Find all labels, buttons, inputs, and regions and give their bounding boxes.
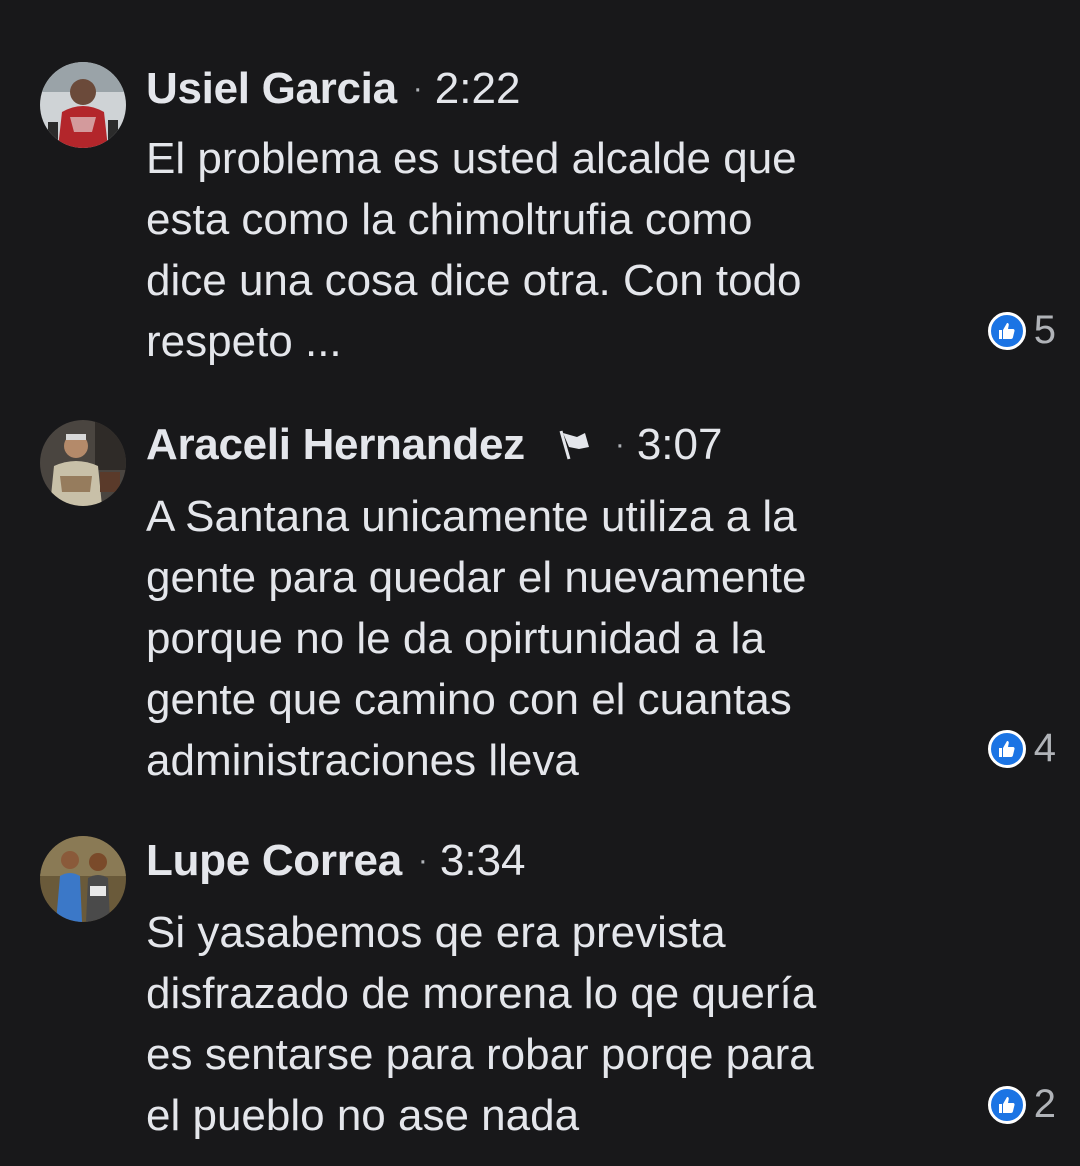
like-icon [987,311,1026,350]
comment-line: A Santana unicamente utiliza a la [146,492,797,541]
like-icon [987,1085,1026,1124]
comment-line: administraciones lleva [146,736,579,785]
comment-line: porque no le da opirtunidad a la [146,614,765,663]
comment-text: El problema es usted alcalde que esta co… [146,128,966,372]
comment-line: respeto ... [146,317,342,366]
comment-author[interactable]: Araceli Hernandez [146,420,525,470]
like-icon [987,729,1026,768]
comment-line: gente para quedar el nuevamente [146,553,807,602]
comment-author[interactable]: Usiel Garcia [146,64,397,114]
like-count: 5 [1033,308,1056,352]
reaction-summary[interactable]: 2 [987,1082,1056,1127]
comment-line: disfrazado de morena lo qe quería [146,969,817,1018]
comment-time[interactable]: 2:22 [435,64,521,114]
separator-dot: · [614,428,625,461]
avatar-photo-icon [40,836,126,922]
reaction-summary[interactable]: 4 [987,726,1056,771]
avatar[interactable] [40,836,126,922]
like-count: 2 [1033,1082,1056,1126]
separator-dot: · [417,844,428,877]
comment-time[interactable]: 3:07 [637,420,723,470]
reaction-summary[interactable]: 5 [987,308,1056,353]
avatar[interactable] [40,420,126,506]
comment-line: El problema es usted alcalde que [146,134,797,183]
avatar-photo-icon [40,420,126,506]
comment-line: es sentarse para robar porqe para [146,1030,814,1079]
comment-line: gente que camino con el cuantas [146,675,792,724]
separator-dot: · [412,72,423,105]
like-count: 4 [1033,726,1056,770]
comment-line: el pueblo no ase nada [146,1091,580,1140]
previous-comment-fragment [146,0,159,26]
comment-text: Si yasabemos qe era prevista disfrazado … [146,902,966,1146]
comment-author[interactable]: Lupe Correa [146,836,402,886]
avatar-photo-icon [40,62,126,148]
avatar[interactable] [40,62,126,148]
comment-line: Si yasabemos qe era prevista [146,908,726,957]
comment-time[interactable]: 3:34 [440,836,526,886]
flag-icon [559,430,589,460]
comment-line: esta como la chimoltrufia como [146,195,753,244]
comment-line: dice una cosa dice otra. Con todo [146,256,802,305]
comment-text: A Santana unicamente utiliza a la gente … [146,486,966,791]
